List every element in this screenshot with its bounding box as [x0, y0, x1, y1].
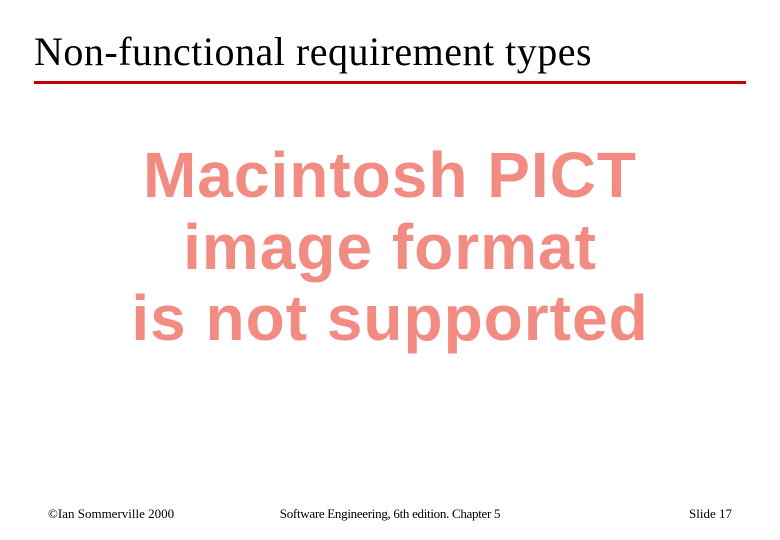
footer-center: Software Engineering, 6th edition. Chapt… [280, 506, 500, 522]
footer: ©Ian Sommerville 2000 Software Engineeri… [0, 506, 780, 522]
error-line-3: is not supported [0, 283, 780, 355]
slide: Non-functional requirement types Macinto… [0, 0, 780, 540]
title-block: Non-functional requirement types [34, 28, 746, 84]
footer-slide-number: Slide 17 [689, 506, 732, 522]
error-line-1: Macintosh PICT [0, 140, 780, 212]
footer-copyright: ©Ian Sommerville 2000 [48, 506, 174, 522]
pict-error-message: Macintosh PICT image format is not suppo… [0, 140, 780, 355]
slide-title: Non-functional requirement types [34, 28, 746, 81]
title-underline [34, 81, 746, 84]
error-line-2: image format [0, 212, 780, 284]
